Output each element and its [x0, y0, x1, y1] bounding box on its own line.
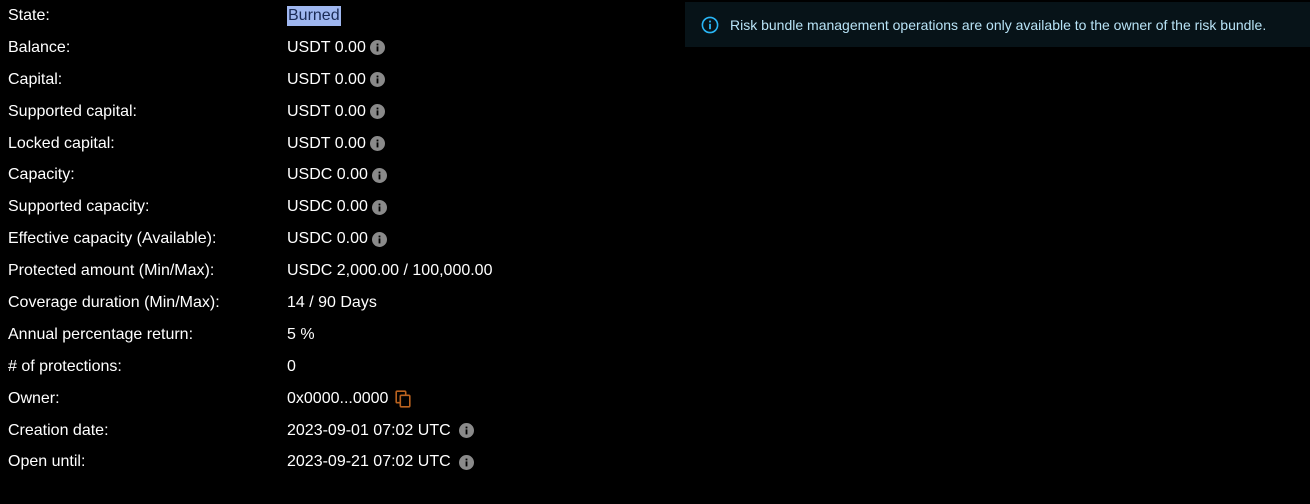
detail-row-state: State: Burned — [8, 0, 668, 32]
detail-row-protected-amount: Protected amount (Min/Max): USDC 2,000.0… — [8, 255, 668, 287]
state-value: Burned — [287, 5, 341, 26]
detail-label: # of protections: — [8, 357, 122, 375]
coverage-duration-value: 14 / 90 Days — [287, 293, 377, 311]
risk-bundle-page: State: Burned Balance: USDT 0.00 Capital… — [0, 0, 1310, 504]
balance-value: USDT 0.00 — [287, 38, 366, 56]
info-icon[interactable] — [369, 136, 385, 151]
detail-row-capital: Capital: USDT 0.00 — [8, 64, 668, 96]
info-icon[interactable] — [458, 454, 474, 470]
protections-count-value: 0 — [287, 357, 296, 375]
detail-row-capacity: Capacity: USDC 0.00 — [8, 159, 668, 191]
detail-label: State: — [8, 6, 50, 24]
owner-address-value: 0x0000...0000 — [287, 389, 389, 407]
detail-value: USDC 0.00 — [287, 229, 387, 249]
info-icon[interactable] — [369, 72, 385, 88]
capital-value: USDT 0.00 — [287, 70, 366, 88]
info-icon[interactable] — [371, 199, 387, 215]
detail-row-open-until: Open until: 2023-09-21 07:02 UTC — [8, 446, 668, 478]
detail-value: USDC 0.00 — [287, 197, 387, 217]
detail-label: Creation date: — [8, 421, 109, 439]
supported-capital-value: USDT 0.00 — [287, 102, 366, 120]
supported-capacity-value: USDC 0.00 — [287, 198, 368, 216]
detail-value: USDT 0.00 — [287, 70, 385, 90]
info-outline-icon — [701, 16, 719, 34]
alert-message: Risk bundle management operations are on… — [730, 16, 1267, 33]
apr-value: 5 % — [287, 325, 315, 343]
detail-value: 0 — [287, 357, 296, 377]
detail-label: Supported capital: — [8, 102, 137, 120]
detail-label: Balance: — [8, 38, 71, 56]
detail-label: Capacity: — [8, 166, 75, 184]
detail-row-supported-capital: Supported capital: USDT 0.00 — [8, 96, 668, 128]
creation-date-value: 2023-09-01 07:02 UTC — [287, 421, 451, 439]
info-icon[interactable] — [369, 40, 385, 56]
bundle-details: State: Burned Balance: USDT 0.00 Capital… — [8, 0, 668, 478]
copy-icon[interactable] — [394, 390, 412, 408]
detail-row-protections: # of protections: 0 — [8, 351, 668, 383]
info-icon[interactable] — [371, 167, 387, 183]
detail-row-balance: Balance: USDT 0.00 — [8, 32, 668, 64]
detail-row-locked-capital: Locked capital: USDT 0.00 — [8, 128, 668, 160]
open-until-value: 2023-09-21 07:02 UTC — [287, 453, 451, 471]
detail-value: 2023-09-01 07:02 UTC — [287, 421, 474, 441]
detail-row-supported-capacity: Supported capacity: USDC 0.00 — [8, 191, 668, 223]
detail-label: Owner: — [8, 389, 60, 407]
detail-row-apr: Annual percentage return: 5 % — [8, 319, 668, 351]
detail-row-effective-capacity: Effective capacity (Available): USDC 0.0… — [8, 223, 668, 255]
detail-value: USDC 2,000.00 / 100,000.00 — [287, 261, 492, 281]
detail-value: USDT 0.00 — [287, 102, 385, 122]
detail-value: Burned — [287, 5, 341, 26]
detail-label: Coverage duration (Min/Max): — [8, 293, 220, 311]
effective-capacity-value: USDC 0.00 — [287, 230, 368, 248]
detail-value: 5 % — [287, 325, 315, 345]
detail-value: 14 / 90 Days — [287, 293, 377, 313]
detail-row-creation-date: Creation date: 2023-09-01 07:02 UTC — [8, 415, 668, 447]
detail-label: Locked capital: — [8, 134, 115, 152]
detail-label: Open until: — [8, 453, 86, 471]
detail-label: Supported capacity: — [8, 198, 150, 216]
detail-value: USDC 0.00 — [287, 165, 387, 185]
owner-only-info-alert: Risk bundle management operations are on… — [685, 2, 1310, 47]
detail-row-coverage-duration: Coverage duration (Min/Max): 14 / 90 Day… — [8, 287, 668, 319]
detail-label: Capital: — [8, 70, 63, 88]
detail-value: 2023-09-21 07:02 UTC — [287, 452, 474, 472]
detail-value: USDT 0.00 — [287, 134, 385, 154]
detail-label: Protected amount (Min/Max): — [8, 262, 215, 280]
detail-label: Annual percentage return: — [8, 325, 194, 343]
detail-value: 0x0000...0000 — [287, 389, 412, 409]
detail-value: USDT 0.00 — [287, 38, 385, 58]
info-icon[interactable] — [369, 104, 385, 120]
protected-amount-value: USDC 2,000.00 / 100,000.00 — [287, 262, 493, 280]
capacity-value: USDC 0.00 — [287, 166, 368, 184]
detail-label: Effective capacity (Available): — [8, 230, 217, 248]
detail-row-owner: Owner: 0x0000...0000 — [8, 383, 668, 415]
locked-capital-value: USDT 0.00 — [287, 134, 366, 152]
info-icon[interactable] — [371, 231, 387, 247]
info-icon[interactable] — [458, 423, 474, 439]
